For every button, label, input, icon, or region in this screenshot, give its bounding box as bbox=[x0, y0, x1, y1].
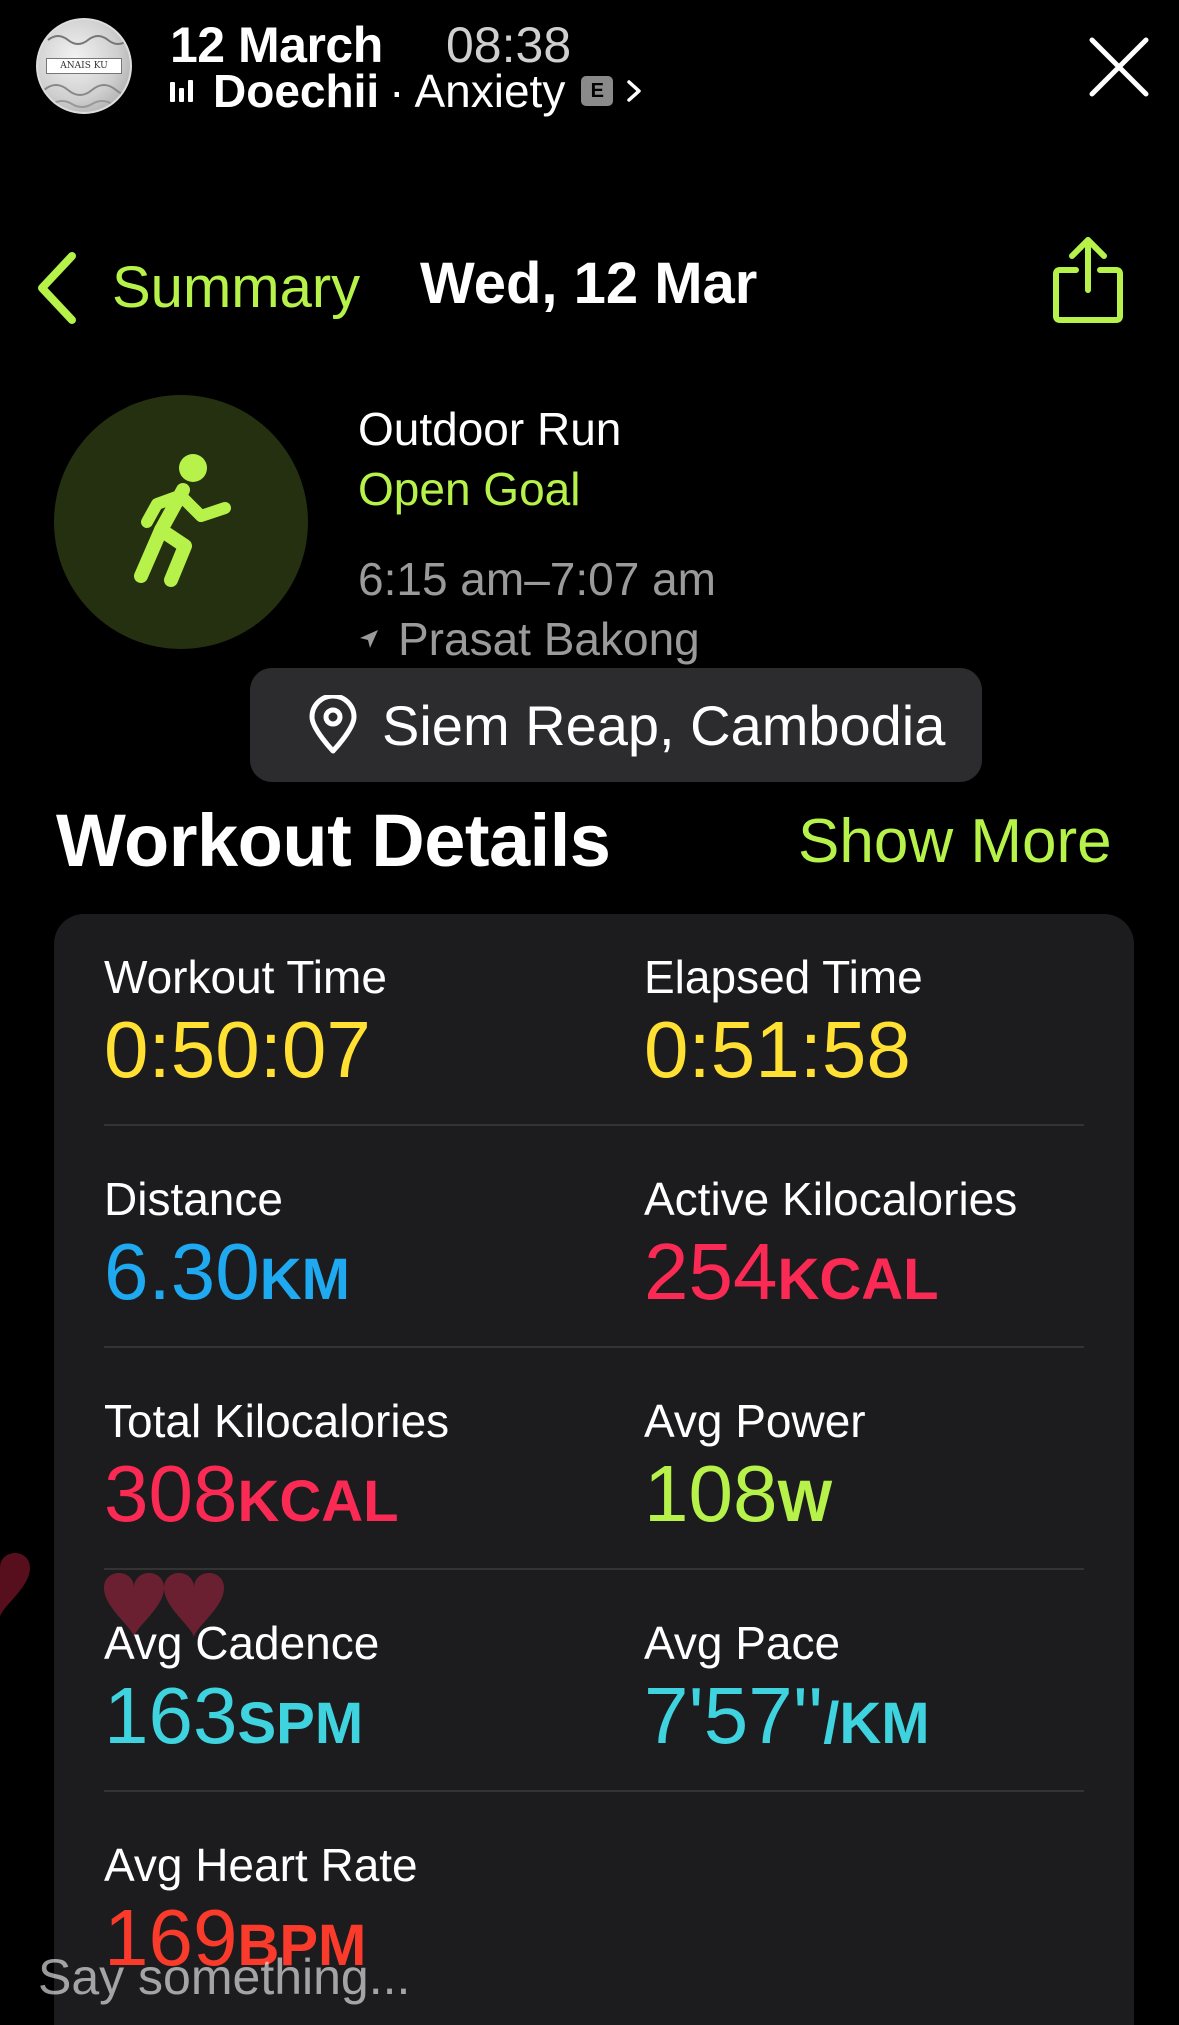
metric-workout-time: Workout Time 0:50:07 bbox=[104, 950, 387, 1090]
location-arrow-icon bbox=[360, 630, 378, 648]
back-summary-link[interactable]: Summary bbox=[112, 254, 360, 321]
metric-number: 0:51:58 bbox=[644, 1005, 911, 1094]
metric-avg-pace: Avg Pace 7'57''/KM bbox=[644, 1616, 930, 1756]
chevron-left-icon[interactable] bbox=[34, 250, 80, 326]
metric-distance: Distance 6.30KM bbox=[104, 1172, 350, 1312]
metric-value: 308KCAL bbox=[104, 1454, 449, 1534]
show-more-link[interactable]: Show More bbox=[798, 806, 1112, 877]
page-title: Wed, 12 Mar bbox=[420, 251, 758, 316]
workout-type: Outdoor Run bbox=[358, 403, 622, 455]
workout-goal: Open Goal bbox=[358, 463, 581, 515]
metric-active-kilocalories: Active Kilocalories 254KCAL bbox=[644, 1172, 1017, 1312]
metric-value: 254KCAL bbox=[644, 1232, 1017, 1312]
workout-details-card: Workout Time 0:50:07 Elapsed Time 0:51:5… bbox=[54, 914, 1134, 2025]
workout-screenshot: Summary Wed, 12 Mar Outdoor Run Open Goa… bbox=[0, 190, 1179, 2025]
metric-total-kilocalories: Total Kilocalories 308KCAL bbox=[104, 1394, 449, 1534]
metric-number: 0:50:07 bbox=[104, 1005, 371, 1094]
workout-location-text: Prasat Bakong bbox=[398, 613, 700, 665]
music-song: Anxiety bbox=[414, 65, 566, 117]
metric-value: 163SPM bbox=[104, 1676, 379, 1756]
divider bbox=[104, 1568, 1084, 1570]
metric-unit: W bbox=[777, 1469, 833, 1534]
metric-label: Elapsed Time bbox=[644, 951, 923, 1003]
equalizer-icon bbox=[170, 80, 193, 102]
divider bbox=[104, 1124, 1084, 1126]
metric-number: 7'57'' bbox=[644, 1671, 824, 1760]
metric-label: Avg Power bbox=[644, 1395, 866, 1447]
explicit-badge: E bbox=[581, 76, 614, 106]
metric-number: 163 bbox=[104, 1671, 238, 1760]
metric-unit: KCAL bbox=[777, 1247, 939, 1312]
avatar[interactable]: ANAIS KU bbox=[36, 18, 132, 114]
hearts-reaction-icon bbox=[0, 1553, 224, 1638]
metric-label: Active Kilocalories bbox=[644, 1173, 1018, 1225]
metric-value: 7'57''/KM bbox=[644, 1676, 930, 1756]
reply-input[interactable]: Say something... bbox=[38, 1948, 410, 2006]
location-sticker-text: Siem Reap, Cambodia bbox=[382, 693, 946, 757]
story-header: ANAIS KU 12 March 08:38 Doechii · Anxiet… bbox=[0, 0, 1179, 140]
metric-number: 108 bbox=[644, 1449, 778, 1538]
metric-value: 0:51:58 bbox=[644, 1010, 923, 1090]
metric-unit: KM bbox=[259, 1247, 350, 1312]
music-separator: · bbox=[389, 65, 405, 117]
metric-label: Avg Heart Rate bbox=[104, 1839, 418, 1891]
metric-label: Total Kilocalories bbox=[104, 1395, 450, 1447]
share-icon[interactable] bbox=[1050, 234, 1126, 324]
music-artist: Doechii bbox=[213, 65, 380, 117]
activity-icon-circle bbox=[54, 395, 308, 649]
music-row[interactable]: Doechii · Anxiety E bbox=[170, 65, 649, 117]
metric-unit: /KM bbox=[823, 1691, 930, 1756]
running-figure-icon bbox=[134, 454, 231, 587]
divider bbox=[104, 1790, 1084, 1792]
metric-label: Workout Time bbox=[104, 951, 387, 1003]
metric-unit: KCAL bbox=[237, 1469, 399, 1534]
metric-number: 254 bbox=[644, 1227, 778, 1316]
metric-label: Distance bbox=[104, 1173, 283, 1225]
metric-label: Avg Pace bbox=[644, 1617, 841, 1669]
close-icon[interactable] bbox=[1086, 34, 1152, 100]
metric-avg-power: Avg Power 108W bbox=[644, 1394, 866, 1534]
metric-value: 6.30KM bbox=[104, 1232, 350, 1312]
metric-number: 6.30 bbox=[104, 1227, 260, 1316]
chevron-right-icon bbox=[627, 80, 642, 102]
map-pin-icon bbox=[309, 695, 357, 754]
metric-value: 0:50:07 bbox=[104, 1010, 387, 1090]
avatar-label: ANAIS KU bbox=[46, 58, 122, 74]
workout-time-range: 6:15 am–7:07 am bbox=[358, 553, 717, 605]
location-sticker[interactable]: Siem Reap, Cambodia bbox=[250, 668, 982, 782]
workout-location: Prasat Bakong bbox=[358, 612, 700, 666]
divider bbox=[104, 1346, 1084, 1348]
metric-number: 308 bbox=[104, 1449, 238, 1538]
metric-elapsed-time: Elapsed Time 0:51:58 bbox=[644, 950, 923, 1090]
metric-value: 108W bbox=[644, 1454, 866, 1534]
section-title: Workout Details bbox=[56, 799, 611, 882]
metric-unit: SPM bbox=[237, 1691, 364, 1756]
